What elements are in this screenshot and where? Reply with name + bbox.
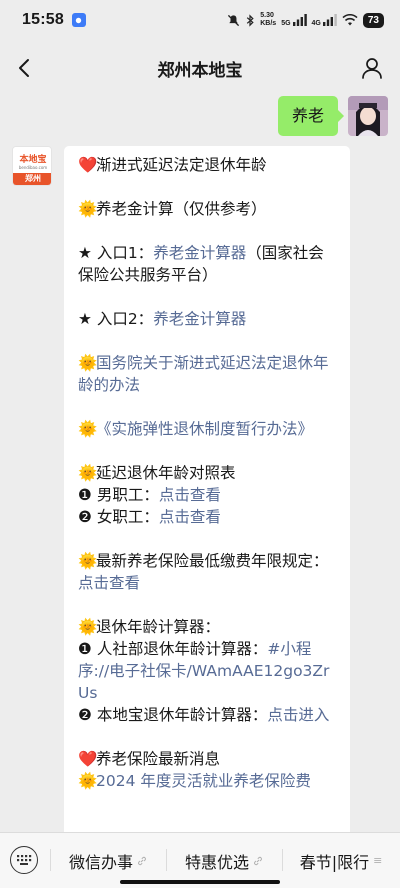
entry2-prefix: ★ 入口2：: [78, 310, 154, 328]
battery-indicator: 73: [362, 12, 384, 28]
profile-button[interactable]: [358, 54, 386, 82]
entry2-line: ★ 入口2：养老金计算器: [78, 308, 336, 330]
local-link[interactable]: 点击进入: [267, 706, 329, 724]
menu-item-wechat-services-label: 微信办事: [68, 852, 133, 872]
entry1-link[interactable]: 养老金计算器: [153, 244, 246, 262]
heart-icon: ❤️: [78, 156, 98, 174]
signal-icon: [292, 14, 307, 26]
table-title-text: 延迟退休年龄对照表: [96, 464, 236, 482]
back-button[interactable]: [10, 54, 38, 82]
sun-icon: 🌞: [78, 420, 98, 438]
table-title-line: 🌞延迟退休年龄对照表: [78, 462, 336, 484]
min-years-text: 最新养老保险最低缴费年限规定：: [96, 552, 329, 570]
min-years-line: 🌞最新养老保险最低缴费年限规定： 点击查看: [78, 550, 336, 594]
page-title: 郑州本地宝: [157, 60, 243, 81]
chevron-left-icon: [19, 59, 29, 77]
latest-item-line: 🌞2024 年度灵活就业养老保险费: [78, 770, 336, 792]
submenu-icon: ≡: [373, 854, 383, 867]
sun-icon: 🌞: [78, 552, 98, 570]
male-line: ❶ 男职工：点击查看: [78, 484, 336, 506]
status-bar: 15:58 5.30 KB/s 5G 4G 73: [0, 0, 400, 40]
logo-text: 本地宝: [19, 155, 47, 165]
latest-title-line: ❤️养老保险最新消息: [78, 748, 336, 770]
network-speed-unit: KB/s: [260, 20, 277, 27]
status-indicators: 5.30 KB/s 5G 4G 73: [227, 12, 384, 28]
menu-item-spring-festival-label: 春节|限行: [299, 852, 370, 872]
heart-icon: ❤️: [78, 750, 98, 768]
retire-calc-line: 🌞退休年龄计算器：: [78, 616, 336, 638]
nav-bar: 郑州本地宝: [0, 40, 400, 96]
mute-icon: [228, 14, 240, 26]
network-type-1: 5G: [281, 20, 291, 27]
female-link[interactable]: 点击查看: [159, 508, 221, 526]
female-line: ❷ 女职工：点击查看: [78, 506, 336, 528]
calc-title-text: 养老金计算（仅供参考）: [96, 200, 267, 218]
link-icon: [138, 856, 146, 865]
heading-line: ❤️渐进式延迟法定退休年龄: [78, 154, 336, 176]
network-type-2: 4G: [311, 20, 321, 27]
menu-item-special-offers-label: 特惠优选: [184, 852, 249, 872]
keyboard-toggle-button[interactable]: [10, 846, 38, 874]
sun-icon: 🌞: [78, 200, 98, 218]
bot-message-bubble: ❤️渐进式延迟法定退休年龄 🌞养老金计算（仅供参考） ★ 入口1：养老金计算器（…: [64, 146, 350, 866]
female-label: ❷ 女职工：: [78, 508, 159, 526]
user-avatar[interactable]: [348, 96, 388, 136]
menu-item-spring-festival[interactable]: 春节|限行 ≡: [282, 833, 400, 888]
network-speed: 5.30 KB/s: [260, 12, 276, 28]
logo-domain: bendibao.com: [18, 165, 48, 170]
latest-item-link[interactable]: 2024 年度灵活就业养老保险费: [96, 772, 311, 790]
entry1-prefix: ★ 入口1：: [78, 244, 154, 262]
bot-avatar[interactable]: 本地宝 bendibao.com 郑州: [12, 146, 52, 186]
link-icon: [254, 856, 262, 865]
local-line: ❷ 本地宝退休年龄计算器：点击进入: [78, 704, 336, 726]
heading-text: 渐进式延迟法定退休年龄: [96, 156, 267, 174]
sun-icon: 🌞: [78, 618, 98, 636]
user-message: 养老: [277, 96, 388, 136]
app-notification-icon: [71, 13, 86, 27]
bendibao-logo: 本地宝 bendibao.com: [13, 147, 51, 175]
entry1-line: ★ 入口1：养老金计算器（国家社会保险公共服务平台）: [78, 242, 336, 286]
entry2-link[interactable]: 养老金计算器: [153, 310, 246, 328]
flexible-link[interactable]: 《实施弹性退休制度暂行办法》: [96, 420, 313, 438]
keyboard-icon: [17, 855, 32, 865]
user-message-bubble[interactable]: 养老: [277, 96, 345, 136]
calc-title-line: 🌞养老金计算（仅供参考）: [78, 198, 336, 220]
sun-icon: 🌞: [78, 772, 98, 790]
latest-title-text: 养老保险最新消息: [96, 750, 221, 768]
hrss-line: ❶ 人社部退休年龄计算器：#小程序://电子社保卡/WAmAAE12go3ZrU…: [78, 638, 336, 704]
min-years-link[interactable]: 点击查看: [78, 574, 140, 592]
network-speed-value: 5.30: [260, 12, 274, 19]
logo-city: 郑州: [13, 173, 51, 185]
home-indicator: [120, 880, 280, 884]
male-label: ❶ 男职工：: [78, 486, 159, 504]
hrss-label: ❶ 人社部退休年龄计算器：: [78, 640, 268, 658]
sun-icon: 🌞: [78, 464, 98, 482]
status-time: 15:58: [22, 11, 64, 28]
local-label: ❷ 本地宝退休年龄计算器：: [78, 706, 268, 724]
retire-calc-title: 退休年龄计算器：: [96, 618, 221, 636]
sun-icon: 🌞: [78, 354, 98, 372]
flexible-line: 🌞《实施弹性退休制度暂行办法》: [78, 418, 336, 440]
bluetooth-icon: [247, 13, 254, 27]
person-icon: [362, 58, 382, 79]
wifi-icon: [342, 14, 358, 26]
state-council-line: 🌞国务院关于渐进式延迟法定退休年龄的办法: [78, 352, 336, 396]
state-council-link[interactable]: 国务院关于渐进式延迟法定退休年龄的办法: [78, 354, 329, 394]
male-link[interactable]: 点击查看: [159, 486, 221, 504]
signal-icon-2: [322, 14, 337, 26]
